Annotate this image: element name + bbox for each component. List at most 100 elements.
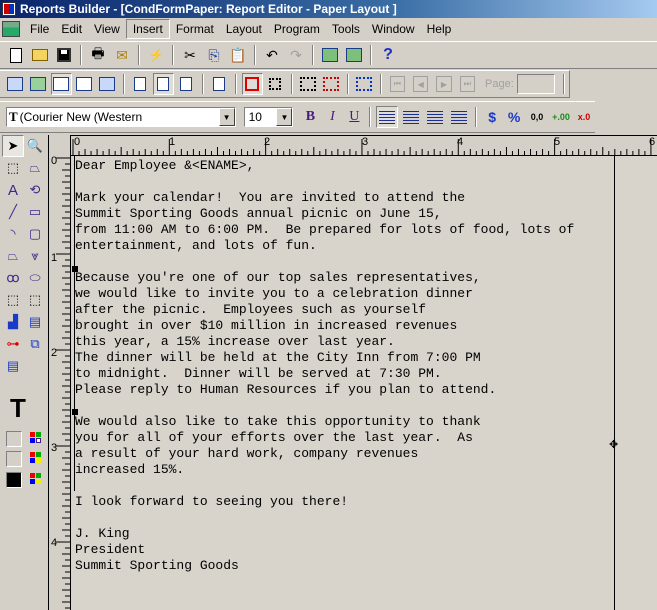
query-tool[interactable]: ▤ — [2, 355, 24, 377]
connect-button[interactable]: ⚡ — [145, 44, 167, 66]
paste-button[interactable]: 📋 — [227, 44, 249, 66]
polygon-tool[interactable]: ⏢ — [2, 245, 24, 267]
line-color-swatch[interactable] — [6, 451, 22, 467]
first-page-button[interactable]: ⏮ — [389, 76, 405, 92]
paper-layout-canvas[interactable]: ✥ Dear Employee &<ENAME>, Mark your cale… — [71, 156, 657, 610]
italic-button[interactable]: I — [321, 109, 343, 125]
arc-tool[interactable]: ◝ — [2, 223, 24, 245]
align-center-button[interactable] — [400, 106, 422, 128]
boilerplate-text[interactable]: Dear Employee &<ENAME>, Mark your calend… — [75, 158, 574, 574]
frame-tool[interactable]: ⬚ — [2, 289, 24, 311]
anchor-tool[interactable]: ⊶ — [2, 333, 24, 355]
remove-decimal-button[interactable]: x.0 — [573, 112, 595, 122]
save-button[interactable] — [53, 44, 75, 66]
underline-button[interactable]: U — [343, 109, 365, 125]
rounded-rectangle-tool[interactable]: ▢ — [24, 223, 46, 245]
run-paper-layout-button[interactable] — [343, 44, 365, 66]
menu-format[interactable]: Format — [170, 20, 220, 38]
flex-on-button[interactable] — [265, 73, 286, 95]
app-icon[interactable] — [2, 2, 16, 16]
fill-color-icon[interactable] — [30, 432, 46, 448]
rectangle-tool[interactable]: ▭ — [24, 201, 46, 223]
align-left-button[interactable] — [376, 106, 399, 128]
text-tool[interactable]: A — [2, 179, 24, 201]
ellipse-tool[interactable]: ⬭ — [24, 267, 46, 289]
fill-color-swatch[interactable] — [6, 431, 22, 447]
data-model-button[interactable] — [5, 73, 26, 95]
repeating-frame-tool[interactable]: ⬚ — [24, 289, 46, 311]
text-line: to midnight. Dinner will be served at 7:… — [75, 366, 442, 381]
select-tool[interactable]: ➤ — [2, 135, 24, 157]
cut-button[interactable]: ✂ — [179, 44, 201, 66]
help-button[interactable]: ? — [377, 44, 399, 66]
polyline-tool[interactable]: ⩔ — [24, 245, 46, 267]
rotate-tool[interactable]: ⟲ — [24, 179, 46, 201]
run-web-layout-button[interactable] — [319, 44, 341, 66]
line-tool[interactable]: ╱ — [2, 201, 24, 223]
next-page-button[interactable]: ▶ — [436, 76, 452, 92]
menu-edit[interactable]: Edit — [55, 20, 88, 38]
previous-page-button[interactable]: ◀ — [412, 76, 429, 92]
menu-help[interactable]: Help — [421, 20, 458, 38]
select-all-button[interactable] — [321, 73, 342, 95]
commas-button[interactable]: 0,0 — [525, 112, 549, 122]
bold-button[interactable]: B — [299, 109, 321, 125]
text-color-swatch[interactable] — [6, 472, 22, 488]
text-format-tool[interactable]: T — [10, 393, 26, 424]
menu-window[interactable]: Window — [366, 20, 421, 38]
align-objects-button[interactable] — [354, 73, 375, 95]
paper-design-button[interactable] — [74, 73, 95, 95]
undo-button[interactable]: ↶ — [261, 44, 283, 66]
line-color-icon[interactable] — [30, 452, 46, 468]
header-section-button[interactable] — [130, 73, 151, 95]
font-dropdown[interactable]: T (Courier New (Western ▼ — [6, 107, 236, 127]
chart-tool[interactable]: ▟ — [2, 311, 24, 333]
repeating-frame-icon: ⬚ — [28, 292, 42, 307]
freehand-tool[interactable]: ꝏ — [2, 267, 24, 289]
field-tool[interactable]: ▤ — [24, 311, 46, 333]
redo-button[interactable]: ↷ — [285, 44, 307, 66]
justify-button[interactable] — [448, 106, 470, 128]
last-page-button[interactable]: ⏭ — [459, 76, 475, 92]
trailer-section-button[interactable] — [176, 73, 197, 95]
magnify-tool[interactable]: 🔍 — [24, 135, 46, 157]
parameter-form-button[interactable] — [97, 73, 118, 95]
reshape-tool[interactable]: ⏢ — [24, 157, 46, 179]
align-right-button[interactable] — [424, 106, 446, 128]
currency-button[interactable]: $ — [481, 109, 503, 125]
copy-button[interactable]: ⎘ — [203, 44, 225, 66]
toolbar-separator — [369, 107, 372, 127]
cut-icon: ✂ — [184, 46, 196, 63]
flex-on-icon — [269, 78, 282, 90]
mail-button[interactable]: ✉ — [111, 44, 133, 66]
menu-view[interactable]: View — [88, 20, 126, 38]
font-size-dropdown[interactable]: 10 ▼ — [243, 107, 294, 127]
paper-layout-button[interactable] — [50, 73, 72, 95]
percent-button[interactable]: % — [503, 109, 525, 125]
toolbar-separator — [234, 74, 237, 94]
menu-insert[interactable]: Insert — [125, 19, 170, 39]
new-button[interactable] — [5, 44, 27, 66]
frame-select-tool[interactable]: ⬚ — [2, 157, 24, 179]
menu-file[interactable]: File — [24, 20, 55, 38]
flex-off-button[interactable] — [241, 73, 263, 95]
move-handle-icon[interactable]: ✥ — [609, 438, 618, 451]
menu-tools[interactable]: Tools — [326, 20, 366, 38]
page-input[interactable] — [516, 74, 555, 94]
print-button[interactable]: 🖶 — [87, 44, 109, 66]
confine-button[interactable] — [209, 73, 230, 95]
web-source-button[interactable] — [28, 73, 49, 95]
link-file-tool[interactable]: ⧉ — [24, 333, 46, 355]
main-section-button[interactable] — [152, 73, 174, 95]
font-dropdown-button[interactable]: ▼ — [218, 108, 235, 126]
open-button[interactable] — [29, 44, 51, 66]
select-parent-frame-button[interactable] — [298, 73, 319, 95]
menu-program[interactable]: Program — [268, 20, 326, 38]
layout-toolbar: ⏮ ◀ ▶ ⏭ Page: — [0, 70, 570, 98]
add-decimal-button[interactable]: +.00 — [549, 112, 573, 122]
document-icon[interactable] — [2, 21, 20, 37]
text-color-icon[interactable] — [30, 473, 46, 489]
frame-select-icon: ⬚ — [6, 160, 20, 175]
menu-layout[interactable]: Layout — [220, 20, 268, 38]
font-size-dropdown-button[interactable]: ▼ — [276, 108, 293, 126]
